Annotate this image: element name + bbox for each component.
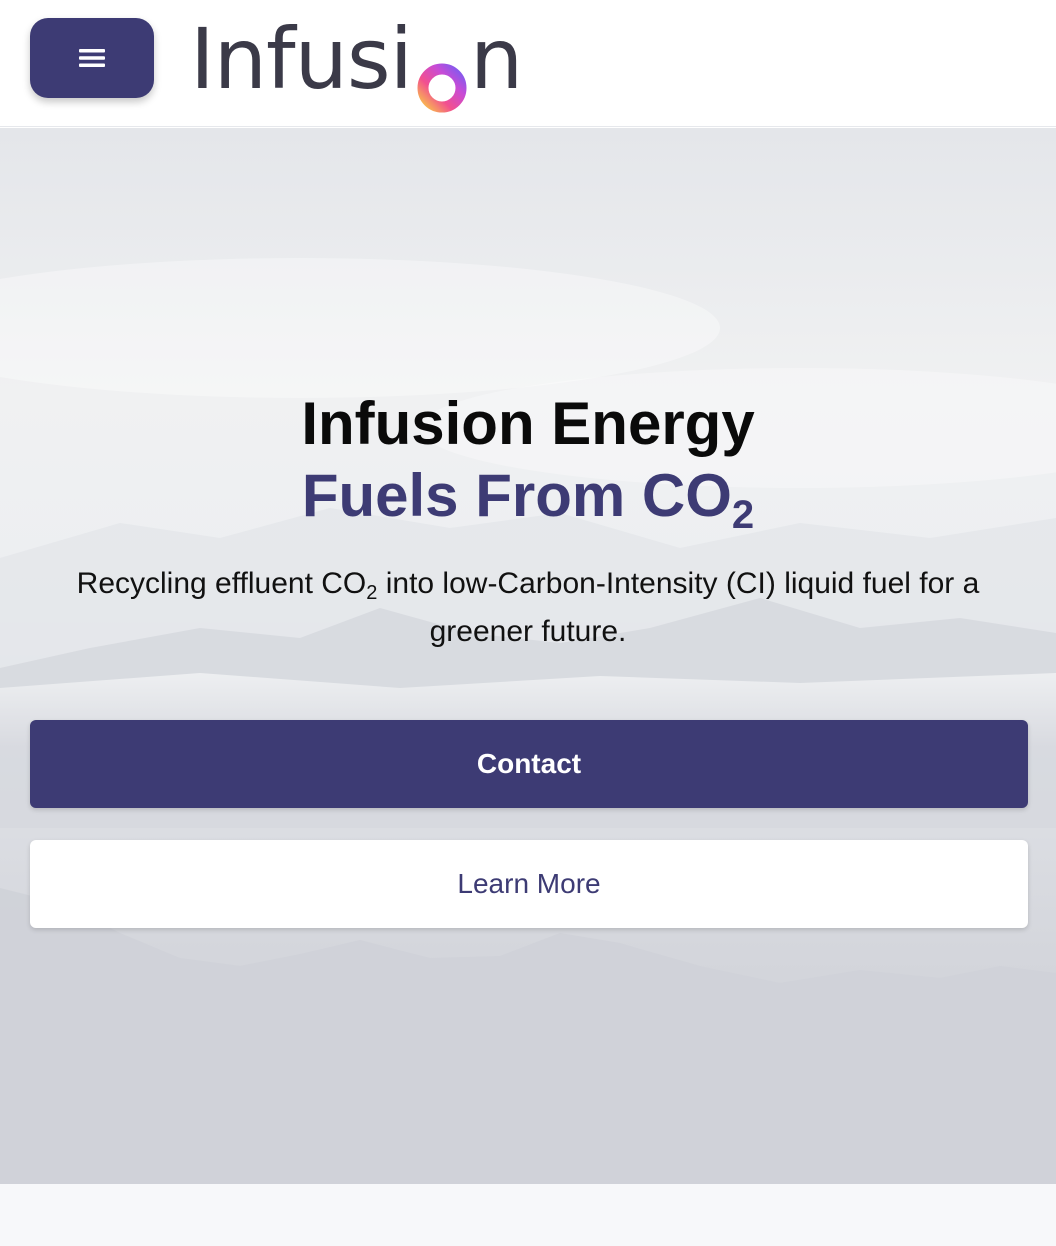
hamburger-menu-icon [79,49,105,67]
hero-description-subscript: 2 [366,582,378,604]
hero-subtitle-subscript: 2 [731,493,755,537]
menu-button[interactable] [30,18,154,98]
hero-description-start: Recycling effluent CO [76,567,367,600]
hero-description: Recycling effluent CO2 into low-Carbon-I… [30,560,1026,656]
logo-text-start: Infusi [190,10,413,108]
contact-button[interactable]: Contact [30,720,1028,808]
hero-title: Infusion Energy [301,390,755,457]
hero-subtitle-main: Fuels From CO [301,462,732,529]
next-section-strip [0,1184,1056,1246]
hero-description-end: into low-Carbon-Intensity (CI) liquid fu… [377,567,980,648]
infusion-logo[interactable]: Infusi n [190,10,523,113]
hero-subtitle: Fuels From CO2 [0,460,1056,535]
learn-more-button[interactable]: Learn More [30,840,1028,928]
logo-text-end: n [469,10,523,108]
misty-mountains-image [0,258,1056,1184]
hero-section: Infusion Energy Fuels From CO2 Recycling… [0,128,1056,1184]
gradient-ring-logo-icon [416,43,468,113]
site-header: Infusi n [0,0,1056,127]
